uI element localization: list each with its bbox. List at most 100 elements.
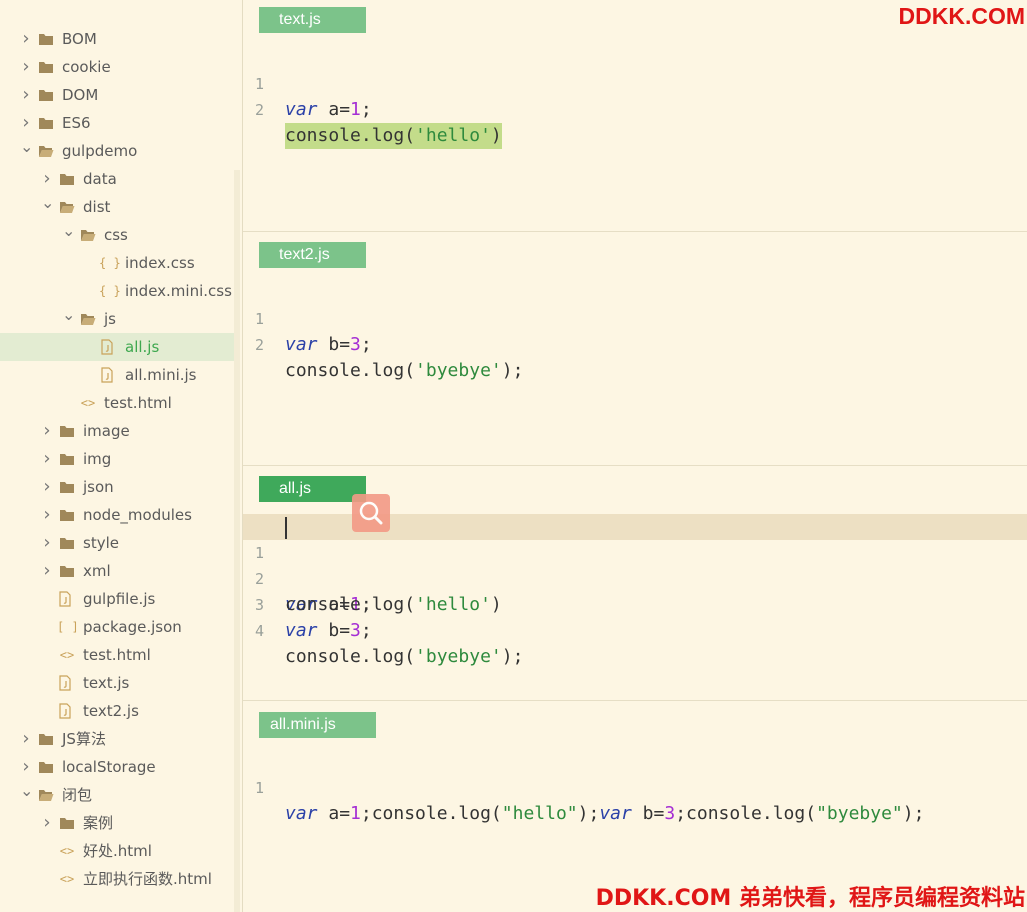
js-file-icon	[57, 669, 77, 697]
sidebar-item[interactable]: all.mini.js	[0, 361, 234, 389]
sidebar-item[interactable]: text.js	[0, 669, 234, 697]
chevron-right-icon[interactable]: ›	[20, 725, 32, 753]
text-cursor	[285, 517, 287, 539]
sidebar-item[interactable]: › img	[0, 445, 234, 473]
sidebar-item[interactable]: <> test.html	[0, 389, 234, 417]
sidebar-item[interactable]: <> 立即执行函数.html	[0, 865, 234, 893]
sidebar-item[interactable]: › image	[0, 417, 234, 445]
sidebar-item-label: ES6	[62, 114, 91, 132]
sidebar-item[interactable]: ⌄ js	[0, 305, 234, 333]
code-line[interactable]: 3 var b=3;	[243, 566, 1027, 641]
html-file-icon: <>	[80, 396, 96, 410]
sidebar-item[interactable]: › ES6	[0, 109, 234, 137]
sidebar-item-label: text.js	[83, 674, 130, 692]
code-line[interactable]: 1 var a=1;console.log("hello");var b=3;c…	[243, 749, 1027, 824]
sidebar-item[interactable]: › BOM	[0, 25, 234, 53]
code-text[interactable]: console.log('hello')	[285, 123, 502, 149]
sidebar-item[interactable]: gulpfile.js	[0, 585, 234, 613]
sidebar-item[interactable]: › node_modules	[0, 501, 234, 529]
code-text[interactable]: console.log('byebye');	[285, 358, 523, 384]
folder-open-icon	[59, 199, 75, 215]
sidebar-item[interactable]: <> test.html	[0, 641, 234, 669]
sidebar-item-label: BOM	[62, 30, 97, 48]
chevron-right-icon[interactable]: ›	[20, 25, 32, 53]
code-line[interactable]: 2 console.log('hello')	[243, 71, 1027, 149]
folder-icon	[59, 451, 75, 467]
html-file-icon: <>	[59, 872, 75, 886]
tab-all-js[interactable]: all.js	[259, 476, 366, 502]
code-text[interactable]: var a=1;console.log("hello");var b=3;con…	[285, 801, 924, 827]
sidebar-item[interactable]: › json	[0, 473, 234, 501]
chevron-right-icon[interactable]: ›	[41, 557, 53, 585]
chevron-right-icon[interactable]: ›	[41, 809, 53, 837]
chevron-right-icon[interactable]: ›	[41, 473, 53, 501]
folder-icon	[38, 115, 54, 131]
sidebar-item[interactable]: ⌄ 闭包	[0, 781, 234, 809]
sidebar-item[interactable]: ⌄ css	[0, 221, 234, 249]
sidebar-item[interactable]: › DOM	[0, 81, 234, 109]
chevron-down-icon[interactable]: ⌄	[41, 193, 54, 221]
sidebar-item-label: dist	[83, 198, 111, 216]
sidebar-item[interactable]: › xml	[0, 557, 234, 585]
sidebar-item[interactable]: { } index.css	[0, 249, 234, 277]
code-line[interactable]: 1 var a=1;	[243, 45, 1027, 120]
sidebar-item-label: gulpdemo	[62, 142, 138, 160]
sidebar-item[interactable]: { } index.mini.css	[0, 277, 234, 305]
folder-icon	[38, 59, 54, 75]
sidebar-item-label: localStorage	[62, 758, 156, 776]
chevron-down-icon[interactable]: ⌄	[62, 305, 75, 333]
code-text[interactable]: var a=1;	[285, 97, 372, 123]
chevron-down-icon[interactable]: ⌄	[20, 781, 33, 809]
chevron-right-icon[interactable]: ›	[20, 53, 32, 81]
code-line[interactable]: 4 console.log('byebye');	[243, 592, 1027, 667]
sidebar-item-label: 闭包	[62, 786, 93, 804]
folder-open-icon	[80, 311, 96, 327]
sidebar-item[interactable]: › style	[0, 529, 234, 557]
code-text[interactable]: var b=3;	[285, 332, 372, 358]
chevron-right-icon[interactable]: ›	[41, 417, 53, 445]
sidebar-item[interactable]: text2.js	[0, 697, 234, 725]
code-text[interactable]: console.log('byebye');	[285, 644, 523, 670]
sidebar-item[interactable]: ⌄ gulpdemo	[0, 137, 234, 165]
code-line[interactable]: 2 console.log('hello')	[243, 540, 1027, 615]
tab-text2-js[interactable]: text2.js	[259, 242, 366, 268]
watermark-bottom: DDKK.COM 弟弟快看，程序员编程资料站	[595, 886, 1025, 911]
tab-all-mini-js[interactable]: all.mini.js	[259, 712, 376, 738]
chevron-right-icon[interactable]: ›	[20, 81, 32, 109]
sidebar-item[interactable]: › cookie	[0, 53, 234, 81]
sidebar-item-label: package.json	[83, 618, 182, 636]
folder-icon	[59, 535, 75, 551]
chevron-right-icon[interactable]: ›	[20, 109, 32, 137]
editor-pane-text-js: text.js 1 var a=1; 2 console.log('hello'…	[243, 0, 1027, 232]
chevron-right-icon[interactable]: ›	[41, 501, 53, 529]
sidebar-scrollbar[interactable]	[234, 170, 240, 912]
code-line[interactable]: 2 console.log('byebye');	[243, 306, 1027, 381]
sidebar-item[interactable]: › 案例	[0, 809, 234, 837]
sidebar-item[interactable]: all.js	[0, 333, 234, 361]
json-file-icon: [ ]	[57, 620, 79, 634]
sidebar-item[interactable]: › data	[0, 165, 234, 193]
sidebar-item-label: index.css	[125, 254, 195, 272]
folder-icon	[59, 815, 75, 831]
line-number: 1	[255, 779, 265, 797]
folder-icon	[59, 563, 75, 579]
sidebar-item[interactable]: [ ] package.json	[0, 613, 234, 641]
js-file-icon	[99, 333, 119, 361]
chevron-down-icon[interactable]: ⌄	[62, 221, 75, 249]
search-icon[interactable]	[352, 494, 390, 532]
chevron-right-icon[interactable]: ›	[41, 529, 53, 557]
tab-text-js[interactable]: text.js	[259, 7, 366, 33]
chevron-right-icon[interactable]: ›	[41, 445, 53, 473]
sidebar-item[interactable]: › JS算法	[0, 725, 234, 753]
folder-open-icon	[38, 787, 54, 803]
sidebar-item[interactable]: ⌄ dist	[0, 193, 234, 221]
sidebar-item-label: gulpfile.js	[83, 590, 156, 608]
chevron-right-icon[interactable]: ›	[41, 165, 53, 193]
code-line[interactable]: 1 var b=3;	[243, 280, 1027, 355]
chevron-down-icon[interactable]: ⌄	[20, 137, 33, 165]
chevron-right-icon[interactable]: ›	[20, 753, 32, 781]
sidebar-item[interactable]: <> 好处.html	[0, 837, 234, 865]
sidebar-item-label: text2.js	[83, 702, 139, 720]
sidebar-item[interactable]: › localStorage	[0, 753, 234, 781]
code-text[interactable]: var b=3;	[285, 618, 372, 644]
